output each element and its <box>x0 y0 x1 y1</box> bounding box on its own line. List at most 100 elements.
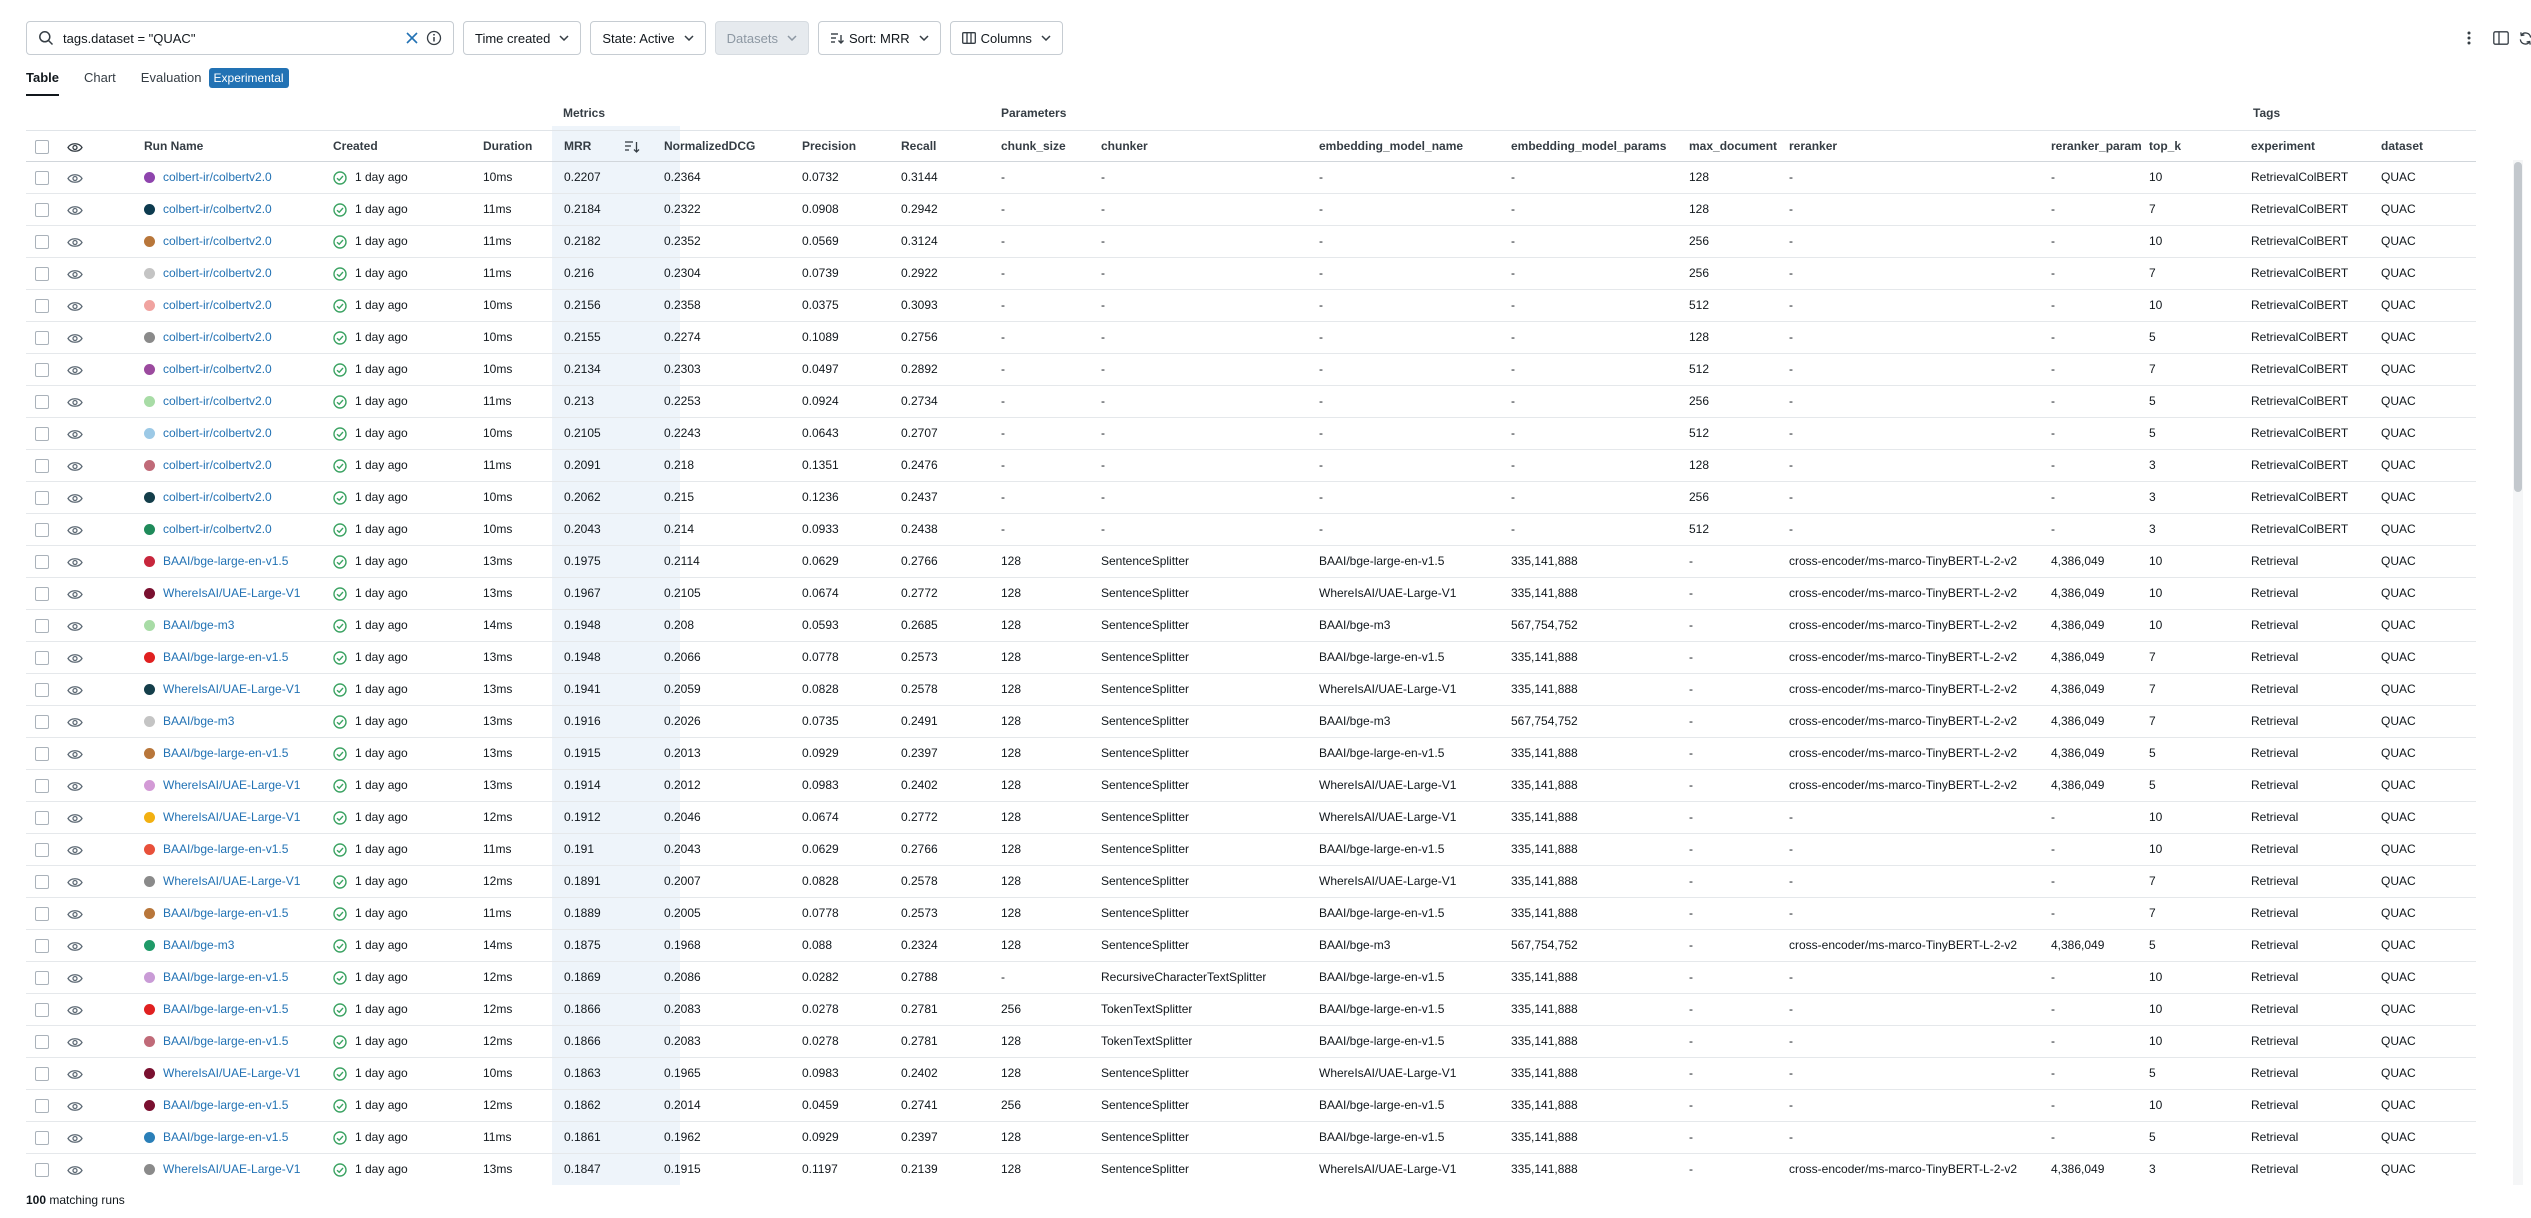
row-checkbox[interactable] <box>35 715 49 729</box>
visibility-eye-icon[interactable] <box>67 747 83 761</box>
row-checkbox[interactable] <box>35 523 49 537</box>
row-checkbox[interactable] <box>35 555 49 569</box>
visibility-eye-icon[interactable] <box>67 875 83 889</box>
visibility-eye-icon[interactable] <box>67 555 83 569</box>
cell-run-name[interactable]: colbert-ir/colbertv2.0 <box>163 482 272 513</box>
table-row[interactable]: colbert-ir/colbertv2.0 1 day ago 10ms 0.210… <box>26 418 2476 450</box>
cell-run-name[interactable]: colbert-ir/colbertv2.0 <box>163 386 272 417</box>
table-row[interactable]: BAAI/bge-m3 1 day ago 14ms 0.1948 0.208 0.059… <box>26 610 2476 642</box>
col-header-precision[interactable]: Precision <box>802 131 856 162</box>
cell-run-name[interactable]: WhereIsAI/UAE-Large-V1 <box>163 674 300 705</box>
cell-run-name[interactable]: colbert-ir/colbertv2.0 <box>163 418 272 449</box>
row-checkbox[interactable] <box>35 1163 49 1177</box>
time-created-dropdown[interactable]: Time created <box>463 21 582 55</box>
cell-run-name[interactable]: BAAI/bge-large-en-v1.5 <box>163 994 288 1025</box>
visibility-eye-icon[interactable] <box>67 779 83 793</box>
visibility-eye-icon[interactable] <box>67 267 83 281</box>
tab-table[interactable]: Table <box>26 66 59 96</box>
table-row[interactable]: BAAI/bge-large-en-v1.5 1 day ago 13ms 0.197… <box>26 546 2476 578</box>
search-input[interactable]: tags.dataset = "QUAC" <box>63 31 403 46</box>
visibility-toggle-all-icon[interactable] <box>67 140 83 154</box>
visibility-eye-icon[interactable] <box>67 1131 83 1145</box>
visibility-eye-icon[interactable] <box>67 843 83 857</box>
visibility-eye-icon[interactable] <box>67 619 83 633</box>
visibility-eye-icon[interactable] <box>67 203 83 217</box>
visibility-eye-icon[interactable] <box>67 811 83 825</box>
table-row[interactable]: BAAI/bge-large-en-v1.5 1 day ago 12ms 0.186… <box>26 994 2476 1026</box>
table-row[interactable]: BAAI/bge-m3 1 day ago 14ms 0.1875 0.1968 0.08… <box>26 930 2476 962</box>
row-checkbox[interactable] <box>35 395 49 409</box>
table-row[interactable]: BAAI/bge-m3 1 day ago 13ms 0.1916 0.2026 0.07… <box>26 706 2476 738</box>
cell-run-name[interactable]: colbert-ir/colbertv2.0 <box>163 162 272 193</box>
col-header-created[interactable]: Created <box>333 131 378 162</box>
table-row[interactable]: WhereIsAI/UAE-Large-V1 1 day ago 10ms 0.186… <box>26 1058 2476 1090</box>
row-checkbox[interactable] <box>35 1035 49 1049</box>
cell-run-name[interactable]: BAAI/bge-large-en-v1.5 <box>163 1026 288 1057</box>
col-header-recall[interactable]: Recall <box>901 131 936 162</box>
col-header-duration[interactable]: Duration <box>483 131 532 162</box>
col-header-experiment[interactable]: experiment <box>2251 131 2315 162</box>
col-header-reranker[interactable]: reranker <box>1789 131 1837 162</box>
row-checkbox[interactable] <box>35 587 49 601</box>
tab-chart[interactable]: Chart <box>84 66 116 92</box>
select-all-checkbox[interactable] <box>35 140 49 154</box>
row-checkbox[interactable] <box>35 299 49 313</box>
row-checkbox[interactable] <box>35 619 49 633</box>
cell-run-name[interactable]: BAAI/bge-m3 <box>163 706 234 737</box>
col-header-embedding-model-params[interactable]: embedding_model_params <box>1511 131 1666 162</box>
table-row[interactable]: BAAI/bge-large-en-v1.5 1 day ago 12ms 0.186… <box>26 1090 2476 1122</box>
col-header-chunk-size[interactable]: chunk_size <box>1001 131 1066 162</box>
scrollbar-thumb[interactable] <box>2514 162 2522 492</box>
table-row[interactable]: colbert-ir/colbertv2.0 1 day ago 10ms 0.215… <box>26 290 2476 322</box>
cell-run-name[interactable]: BAAI/bge-large-en-v1.5 <box>163 1122 288 1153</box>
row-checkbox[interactable] <box>35 171 49 185</box>
visibility-eye-icon[interactable] <box>67 971 83 985</box>
cell-run-name[interactable]: colbert-ir/colbertv2.0 <box>163 290 272 321</box>
table-row[interactable]: BAAI/bge-large-en-v1.5 1 day ago 13ms 0.194… <box>26 642 2476 674</box>
table-row[interactable]: colbert-ir/colbertv2.0 1 day ago 10ms 0.204… <box>26 514 2476 546</box>
table-row[interactable]: colbert-ir/colbertv2.0 1 day ago 11ms 0.216… <box>26 258 2476 290</box>
col-header-embedding-model-name[interactable]: embedding_model_name <box>1319 131 1463 162</box>
table-row[interactable]: colbert-ir/colbertv2.0 1 day ago 11ms 0.209… <box>26 450 2476 482</box>
state-dropdown[interactable]: State: Active <box>590 21 706 55</box>
table-row[interactable]: BAAI/bge-large-en-v1.5 1 day ago 11ms 0.188… <box>26 898 2476 930</box>
table-row[interactable]: BAAI/bge-large-en-v1.5 1 day ago 11ms 0.191… <box>26 834 2476 866</box>
row-checkbox[interactable] <box>35 331 49 345</box>
row-checkbox[interactable] <box>35 875 49 889</box>
row-checkbox[interactable] <box>35 459 49 473</box>
row-checkbox[interactable] <box>35 363 49 377</box>
cell-run-name[interactable]: BAAI/bge-large-en-v1.5 <box>163 834 288 865</box>
cell-run-name[interactable]: BAAI/bge-large-en-v1.5 <box>163 962 288 993</box>
clear-icon[interactable] <box>403 29 421 47</box>
row-checkbox[interactable] <box>35 747 49 761</box>
visibility-eye-icon[interactable] <box>67 715 83 729</box>
side-panel-icon[interactable] <box>2491 28 2511 48</box>
cell-run-name[interactable]: WhereIsAI/UAE-Large-V1 <box>163 1154 300 1185</box>
row-checkbox[interactable] <box>35 811 49 825</box>
table-row[interactable]: WhereIsAI/UAE-Large-V1 1 day ago 13ms 0.196… <box>26 578 2476 610</box>
search-box[interactable]: tags.dataset = "QUAC" <box>26 21 454 55</box>
cell-run-name[interactable]: BAAI/bge-large-en-v1.5 <box>163 546 288 577</box>
cell-run-name[interactable]: BAAI/bge-large-en-v1.5 <box>163 898 288 929</box>
table-row[interactable]: colbert-ir/colbertv2.0 1 day ago 11ms 0.218… <box>26 194 2476 226</box>
datasets-dropdown[interactable]: Datasets <box>714 21 809 55</box>
col-header-reranker-param[interactable]: reranker_param <box>2051 131 2143 162</box>
cell-run-name[interactable]: colbert-ir/colbertv2.0 <box>163 194 272 225</box>
cell-run-name[interactable]: WhereIsAI/UAE-Large-V1 <box>163 578 300 609</box>
tab-evaluation[interactable]: Evaluation <box>141 66 202 92</box>
visibility-eye-icon[interactable] <box>67 491 83 505</box>
row-checkbox[interactable] <box>35 1003 49 1017</box>
visibility-eye-icon[interactable] <box>67 459 83 473</box>
visibility-eye-icon[interactable] <box>67 523 83 537</box>
table-row[interactable]: colbert-ir/colbertv2.0 1 day ago 10ms 0.220… <box>26 162 2476 194</box>
visibility-eye-icon[interactable] <box>67 1067 83 1081</box>
visibility-eye-icon[interactable] <box>67 907 83 921</box>
cell-run-name[interactable]: colbert-ir/colbertv2.0 <box>163 450 272 481</box>
info-icon[interactable] <box>425 29 443 47</box>
sort-dropdown[interactable]: Sort: MRR <box>817 21 941 55</box>
col-header-run-name[interactable]: Run Name <box>144 131 203 162</box>
cell-run-name[interactable]: BAAI/bge-m3 <box>163 930 234 961</box>
visibility-eye-icon[interactable] <box>67 1099 83 1113</box>
kebab-menu-icon[interactable] <box>2459 28 2479 48</box>
table-row[interactable]: WhereIsAI/UAE-Large-V1 1 day ago 13ms 0.191… <box>26 770 2476 802</box>
